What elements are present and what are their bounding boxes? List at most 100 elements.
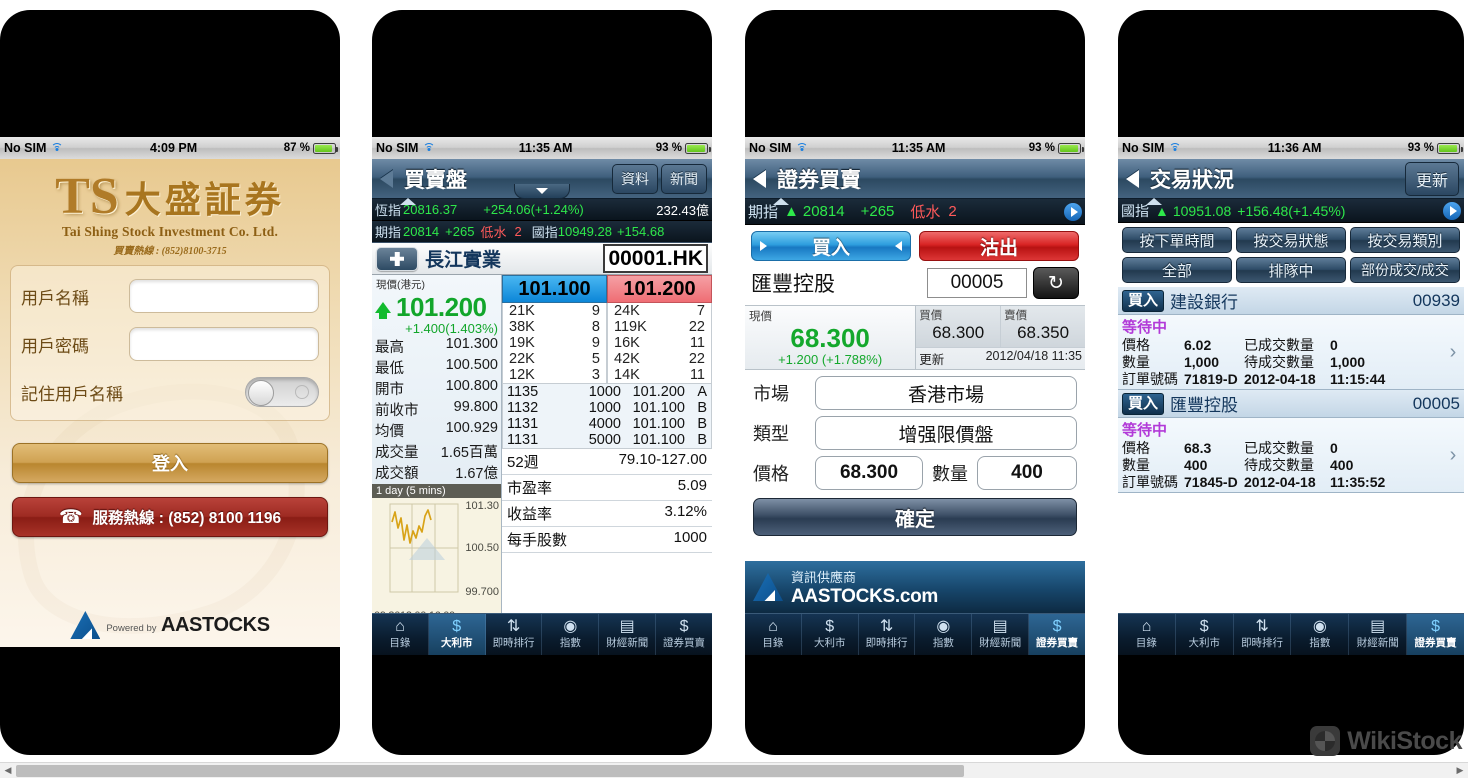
dropdown-toggle[interactable] xyxy=(514,184,570,199)
tab-trading[interactable]: $ 證券買賣 xyxy=(1029,614,1085,655)
bid-qty: 22K xyxy=(509,351,535,367)
order-item[interactable]: 買入 建設銀行 00939 等待中 價格 6.02 數量 1,000 訂單號碼 … xyxy=(1118,287,1464,390)
refresh-button[interactable]: ↻ xyxy=(1033,267,1079,299)
tab-trading[interactable]: $ 證券買賣 xyxy=(656,614,712,655)
username-input[interactable] xyxy=(129,279,319,313)
bid-label: 買價 xyxy=(919,310,943,322)
tab-news[interactable]: ▤ 財經新聞 xyxy=(1349,614,1408,655)
tab-market[interactable]: $ 大利市 xyxy=(802,614,859,655)
info-row: 市盈率 5.09 xyxy=(502,475,712,501)
index-ticker-line1[interactable]: 恆指 20816.37 +254.06(+1.24%) 232.43億 xyxy=(372,198,712,221)
back-button[interactable] xyxy=(380,170,396,188)
order-body: 等待中 價格 68.3 數量 400 訂單號碼 71845-D 已成交數量 0 … xyxy=(1118,418,1464,492)
info-value: 3.12% xyxy=(664,503,707,520)
tab-trading[interactable]: $ 證券買賣 xyxy=(1407,614,1464,655)
home-icon: ⌂ xyxy=(768,618,778,635)
battery-icon xyxy=(1437,142,1463,154)
filter-queued[interactable]: 排隊中 xyxy=(1236,257,1346,283)
hsif-state-value: 2 xyxy=(514,224,522,239)
hotline-button[interactable]: ☎ 服務熱線 : (852) 8100 1196 xyxy=(12,497,328,537)
filter-all[interactable]: 全部 xyxy=(1122,257,1232,283)
phone-login: No SIM 4:09 PM 87 % TS 大盛証券 Tai Shing St… xyxy=(0,10,340,755)
carrier-label: No SIM xyxy=(376,141,419,155)
best-ask-price[interactable]: 101.200 xyxy=(607,275,712,303)
filter-partial-filled[interactable]: 部份成交/成交 xyxy=(1350,257,1460,283)
wifi-icon xyxy=(50,143,63,153)
order-item[interactable]: 買入 匯豐控股 00005 等待中 價格 68.3 數量 400 訂單號碼 71… xyxy=(1118,390,1464,493)
back-button[interactable] xyxy=(753,170,769,188)
tab-index[interactable]: ◉ 指數 xyxy=(1291,614,1350,655)
summary-key: 均價 xyxy=(375,424,404,440)
tab-index[interactable]: ◉ 指數 xyxy=(915,614,973,655)
phone-quote: No SIM 11:35 AM 93 % 買賣盤 資料 新聞 恆指 20816.… xyxy=(372,10,712,755)
scroll-left-arrow-icon[interactable]: ◀ xyxy=(0,763,16,778)
scrollbar-track[interactable] xyxy=(16,763,1452,778)
login-button[interactable]: 登入 xyxy=(12,443,328,483)
tab-news[interactable]: ▤ 財經新聞 xyxy=(599,614,657,655)
stock-code-input[interactable]: 00001.HK xyxy=(603,244,708,273)
battery-percent: 87 % xyxy=(283,142,310,154)
password-input[interactable] xyxy=(129,327,319,361)
info-button[interactable]: 資料 xyxy=(612,163,658,194)
scrollbar-thumb[interactable] xyxy=(16,764,964,777)
market-select[interactable]: 香港市場 xyxy=(815,376,1077,410)
scroll-right-arrow-icon[interactable]: ▶ xyxy=(1452,763,1468,778)
powered-by-block: Powered by AASTOCKS xyxy=(0,611,340,639)
summary-key: 最低 xyxy=(375,361,404,377)
order-type-select[interactable]: 增强限價盤 xyxy=(815,416,1077,450)
data-provider-banner[interactable]: 資訊供應商 AASTOCKS.com xyxy=(745,561,1085,613)
tab-directory[interactable]: ⌂ 目錄 xyxy=(745,614,802,655)
refresh-button[interactable]: 更新 xyxy=(1404,161,1459,196)
buy-button[interactable]: 買入 xyxy=(751,231,911,261)
ask-count: 22 xyxy=(688,319,705,335)
tab-ranking[interactable]: ⇅ 即時排行 xyxy=(486,614,543,655)
tab-directory[interactable]: ⌂ 目錄 xyxy=(372,614,429,655)
filter-by-time[interactable]: 按下單時間 xyxy=(1122,227,1232,253)
document-icon: ▤ xyxy=(1370,618,1386,635)
filter-by-status[interactable]: 按交易狀態 xyxy=(1236,227,1346,253)
next-arrow-icon[interactable] xyxy=(1064,202,1082,221)
intraday-chart[interactable]: 1 day (5 mins) 101.30 100.50 99.700 xyxy=(372,484,501,634)
next-arrow-icon[interactable] xyxy=(1443,201,1461,220)
tab-news[interactable]: ▤ 財經新聞 xyxy=(972,614,1030,655)
tab-directory[interactable]: ⌂ 目錄 xyxy=(1118,614,1176,655)
hscei-label: 國指 xyxy=(1121,202,1149,219)
order-stock-code: 00005 xyxy=(1412,393,1460,413)
tab-market[interactable]: $ 大利市 xyxy=(1176,614,1234,655)
phone-icon: ☎ xyxy=(58,506,83,528)
index-ticker[interactable]: 國指 ▲ 10951.08 +156.48(+1.45%) xyxy=(1118,198,1464,223)
price-label: 價格 xyxy=(1122,337,1150,353)
summary-row: 成交量 1.65百萬 xyxy=(372,441,501,462)
dollar-icon: $ xyxy=(1052,618,1062,635)
tab-index[interactable]: ◉ 指數 xyxy=(542,614,600,655)
hsi-label: 恆指 xyxy=(375,203,402,218)
news-button[interactable]: 新聞 xyxy=(661,163,707,194)
sell-button[interactable]: 沽出 xyxy=(919,231,1079,261)
wifi-icon xyxy=(795,143,808,153)
add-watchlist-button[interactable] xyxy=(376,246,418,271)
trade-price: 101.100 xyxy=(632,432,685,448)
pending-value: 400 xyxy=(1330,457,1354,473)
tab-market[interactable]: $ 大利市 xyxy=(428,614,486,655)
toggle-knob xyxy=(248,379,274,406)
qty-input[interactable]: 400 xyxy=(977,456,1077,490)
filter-by-type[interactable]: 按交易類別 xyxy=(1350,227,1460,253)
remember-username-toggle[interactable] xyxy=(245,377,319,407)
tab-ranking[interactable]: ⇅ 即時排行 xyxy=(859,614,916,655)
confirm-button[interactable]: 確定 xyxy=(753,498,1077,536)
symbol-code-input[interactable]: 00005 xyxy=(927,268,1027,298)
horizontal-scrollbar[interactable]: ◀ ▶ xyxy=(0,762,1468,778)
ladder-row: 12K 3 xyxy=(503,367,606,383)
current-price-value: 68.300 xyxy=(790,323,870,353)
wikistock-label: WikiStock xyxy=(1347,726,1462,755)
index-ticker-line2[interactable]: 期指 20814 +265 低水 2 國指 10949.28 +154.68 xyxy=(372,221,712,243)
sell-label: 沽出 xyxy=(979,237,1018,259)
index-ticker[interactable]: 期指 ▲ 20814 +265 低水 2 xyxy=(745,198,1085,225)
back-button[interactable] xyxy=(1126,170,1142,188)
bid-column: 21K 9 38K 8 19K 9 22K 5 12K 3 xyxy=(502,303,607,384)
best-bid-price[interactable]: 101.100 xyxy=(502,275,607,303)
tab-ranking[interactable]: ⇅ 即時排行 xyxy=(1234,614,1292,655)
battery-percent: 93 % xyxy=(1028,142,1055,154)
bid-ask-block: 買價 68.300 賣價 68.350 更新 2012/04/18 11:35 xyxy=(915,306,1085,369)
price-input[interactable]: 68.300 xyxy=(815,456,923,490)
